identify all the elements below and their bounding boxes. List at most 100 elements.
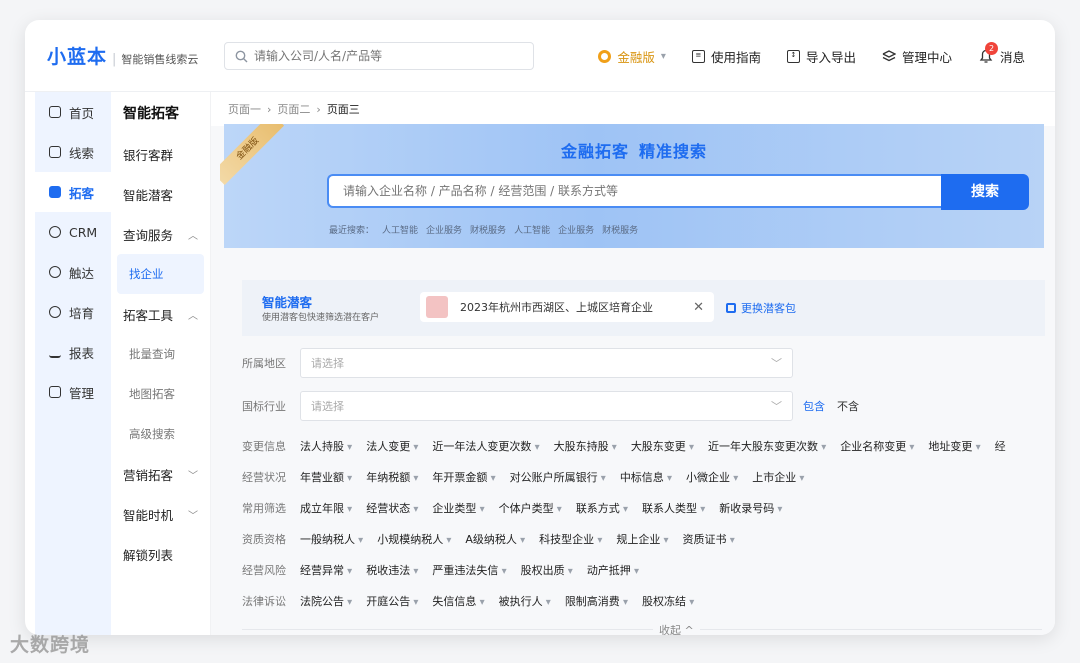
close-icon[interactable]: ✕ bbox=[693, 300, 704, 315]
subnav-group-query[interactable]: 查询服务 ︿ bbox=[111, 214, 210, 254]
recent-tag[interactable]: 企业服务 bbox=[426, 223, 462, 236]
filter-chip[interactable]: 动产抵押 bbox=[587, 562, 639, 578]
subnav-item-batch-query[interactable]: 批量查询 bbox=[111, 334, 210, 374]
sidebar-item-reach[interactable]: 触达 bbox=[35, 252, 111, 292]
edition-dropdown[interactable]: 金融版 ▾ bbox=[598, 47, 666, 66]
subnav-item-map-prospect[interactable]: 地图拓客 bbox=[111, 374, 210, 414]
exclude-toggle[interactable]: 不含 bbox=[837, 398, 859, 414]
subnav-label: 地图拓客 bbox=[129, 387, 175, 401]
search-button[interactable]: 搜索 bbox=[941, 174, 1029, 210]
filter-chip[interactable]: 上市企业 bbox=[752, 469, 804, 485]
subnav-label: 找企业 bbox=[129, 267, 164, 281]
filter-chip[interactable]: 联系方式 bbox=[576, 500, 628, 516]
chevron-down-icon: ﹀ bbox=[188, 510, 198, 522]
subnav-group-timing[interactable]: 智能时机 ﹀ bbox=[111, 494, 210, 534]
admin-label: 管理中心 bbox=[901, 49, 952, 65]
filter-chip[interactable]: 大股东持股 bbox=[554, 438, 617, 454]
filter-chip[interactable]: 年纳税额 bbox=[366, 469, 418, 485]
top-search-box[interactable] bbox=[224, 42, 534, 70]
recent-tag[interactable]: 财税服务 bbox=[602, 223, 638, 236]
subnav-group-marketing[interactable]: 营销拓客 ﹀ bbox=[111, 454, 210, 494]
filter-chip[interactable]: 小规模纳税人 bbox=[377, 531, 451, 547]
subnav-item-bank-group[interactable]: 银行客群 bbox=[111, 134, 210, 174]
filter-chip[interactable]: 地址变更 bbox=[928, 438, 980, 454]
breadcrumb-item[interactable]: 页面二 bbox=[277, 101, 310, 117]
filter-chip[interactable]: 个体户类型 bbox=[499, 500, 562, 516]
breadcrumb: 页面一 › 页面二 › 页面三 bbox=[211, 92, 1055, 126]
admin-link[interactable]: 管理中心 bbox=[882, 47, 952, 66]
filter-chip[interactable]: 资质证书 bbox=[683, 531, 735, 547]
import-export-link[interactable]: ↕ 导入导出 bbox=[786, 47, 856, 66]
filter-chip[interactable]: 联系人类型 bbox=[642, 500, 705, 516]
filter-chip[interactable]: 法院公告 bbox=[300, 593, 352, 609]
filter-chip[interactable]: 法人持股 bbox=[300, 438, 352, 454]
filter-chip[interactable]: 开庭公告 bbox=[366, 593, 418, 609]
filter-chip[interactable]: 税收违法 bbox=[366, 562, 418, 578]
subnav-group-tools[interactable]: 拓客工具 ︿ bbox=[111, 294, 210, 334]
include-toggle[interactable]: 包含 bbox=[803, 398, 825, 414]
industry-select[interactable]: 请选择 ﹀ bbox=[300, 391, 793, 421]
watermark: 大数跨境 bbox=[10, 634, 91, 656]
manage-icon bbox=[49, 386, 61, 398]
filter-chip[interactable]: 经营状态 bbox=[366, 500, 418, 516]
filter-chip[interactable]: 近一年大股东变更次数 bbox=[708, 438, 826, 454]
hero-title: 金融拓客 精准搜索 bbox=[224, 138, 1044, 162]
filter-chip[interactable]: 年营业额 bbox=[300, 469, 352, 485]
filter-chip[interactable]: 失信信息 bbox=[432, 593, 484, 609]
sidebar-item-nurture[interactable]: 培育 bbox=[35, 292, 111, 332]
messages-link[interactable]: 2 消息 bbox=[978, 42, 1025, 66]
switch-package-link[interactable]: 更换潜客包 bbox=[726, 300, 796, 316]
sidebar-item-home[interactable]: 首页 bbox=[35, 92, 111, 132]
subnav-item-advanced-search[interactable]: 高级搜索 bbox=[111, 414, 210, 454]
prospect-package-pill[interactable]: 2023年杭州市西湖区、上城区培育企业 ✕ bbox=[420, 292, 714, 322]
filter-chip[interactable]: 新收录号码 bbox=[719, 500, 782, 516]
chip-row-qualifications: 资质资格 一般纳税人 小规模纳税人 A级纳税人 科技型企业 规上企业 资质证书 bbox=[242, 531, 735, 547]
recent-tag[interactable]: 企业服务 bbox=[558, 223, 594, 236]
guide-link[interactable]: ≡ 使用指南 bbox=[691, 47, 761, 66]
breadcrumb-item[interactable]: 页面一 bbox=[228, 101, 261, 117]
filter-chip[interactable]: 近一年法人变更次数 bbox=[432, 438, 539, 454]
filter-chip[interactable]: 成立年限 bbox=[300, 500, 352, 516]
filter-chip[interactable]: 经营异常 bbox=[300, 562, 352, 578]
filter-chip[interactable]: 小微企业 bbox=[686, 469, 738, 485]
chip-row-changes: 变更信息 法人持股 法人变更 近一年法人变更次数 大股东持股 大股东变更 近一年… bbox=[242, 438, 1006, 454]
chip-row-label: 常用筛选 bbox=[242, 502, 286, 515]
filter-chip[interactable]: 年开票金额 bbox=[432, 469, 495, 485]
sidebar-item-prospect[interactable]: 拓客 bbox=[35, 172, 111, 212]
recent-tag[interactable]: 人工智能 bbox=[514, 223, 550, 236]
filter-chip[interactable]: 对公账户所属银行 bbox=[510, 469, 606, 485]
sidebar-item-report[interactable]: 报表 bbox=[35, 332, 111, 372]
filter-chip[interactable]: 严重违法失信 bbox=[432, 562, 506, 578]
filter-chip[interactable]: 规上企业 bbox=[616, 531, 668, 547]
filter-chip[interactable]: 企业类型 bbox=[432, 500, 484, 516]
sidebar-item-leads[interactable]: 线索 bbox=[35, 132, 111, 172]
hero-search-input[interactable] bbox=[343, 184, 943, 198]
filter-chip[interactable]: 一般纳税人 bbox=[300, 531, 363, 547]
brand-logo[interactable]: 小蓝本 | 智能销售线索云 bbox=[47, 42, 198, 69]
filter-chip[interactable]: 限制高消费 bbox=[565, 593, 628, 609]
region-select[interactable]: 请选择 ﹀ bbox=[300, 348, 793, 378]
recent-tag[interactable]: 财税服务 bbox=[470, 223, 506, 236]
filter-chip-truncated[interactable]: 经 bbox=[995, 438, 1006, 454]
recent-tag[interactable]: 人工智能 bbox=[382, 223, 418, 236]
smart-prospect-subtitle: 使用潜客包快速筛选潜在客户 bbox=[262, 313, 380, 323]
top-search-input[interactable] bbox=[254, 49, 514, 63]
subnav-item-find-company[interactable]: 找企业 bbox=[117, 254, 204, 294]
subnav-item-smart-prospects[interactable]: 智能潜客 bbox=[111, 174, 210, 214]
top-nav: 金融版 ▾ ≡ 使用指南 ↕ 导入导出 管理中心 2 消息 bbox=[598, 20, 1025, 92]
filter-chip[interactable]: 股权冻结 bbox=[642, 593, 694, 609]
filter-chip[interactable]: 大股东变更 bbox=[631, 438, 694, 454]
subnav-item-unlock-list[interactable]: 解锁列表 bbox=[111, 534, 210, 574]
filter-chip[interactable]: 股权出质 bbox=[521, 562, 573, 578]
filter-chip[interactable]: 企业名称变更 bbox=[840, 438, 914, 454]
filter-chip[interactable]: 法人变更 bbox=[366, 438, 418, 454]
filter-chip[interactable]: 被执行人 bbox=[499, 593, 551, 609]
chevron-right-icon: › bbox=[267, 102, 272, 116]
hero-search-box[interactable] bbox=[327, 174, 943, 208]
sidebar-item-manage[interactable]: 管理 bbox=[35, 372, 111, 412]
collapse-button[interactable]: 收起 ^ bbox=[653, 622, 700, 635]
filter-chip[interactable]: 科技型企业 bbox=[539, 531, 602, 547]
filter-chip[interactable]: 中标信息 bbox=[620, 469, 672, 485]
filter-chip[interactable]: A级纳税人 bbox=[465, 531, 525, 547]
sidebar-item-crm[interactable]: CRM bbox=[35, 212, 111, 252]
